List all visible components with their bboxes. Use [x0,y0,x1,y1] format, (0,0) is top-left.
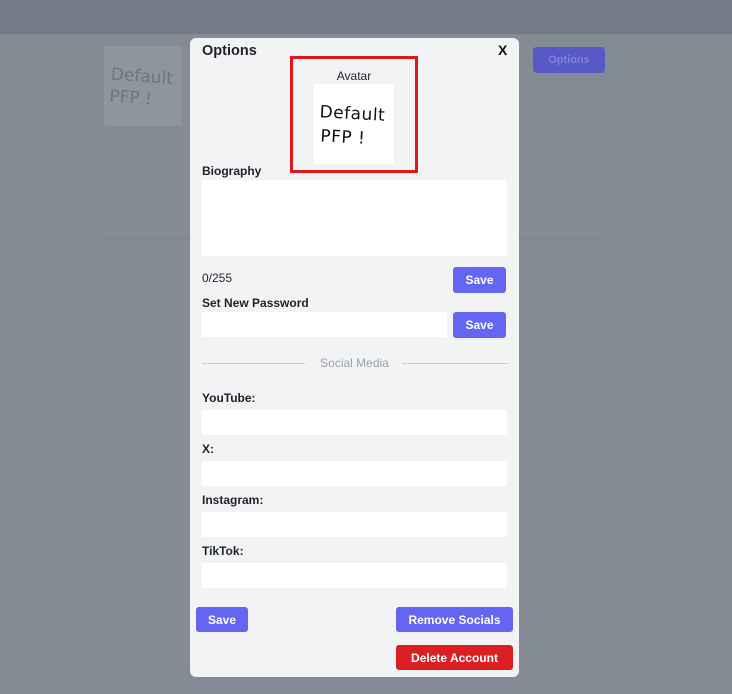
background-avatar: Default PFP ! [104,46,182,126]
background-top-bar [0,0,732,34]
biography-label: Biography [202,164,262,178]
save-socials-button[interactable]: Save [196,607,248,632]
avatar-image-text-line1: Default [319,102,386,126]
biography-char-counter: 0/255 [202,271,233,285]
biography-textarea[interactable] [202,180,507,256]
avatar-image-text: Default PFP ! [318,100,386,151]
save-password-button[interactable]: Save [453,312,506,338]
instagram-label: Instagram: [202,493,264,507]
avatar-image-text-line2: PFP ! [319,126,366,149]
avatar-section: Avatar Default PFP ! [290,56,418,173]
remove-socials-button[interactable]: Remove Socials [396,607,513,632]
password-label: Set New Password [202,296,309,310]
close-button[interactable]: X [498,42,507,58]
x-label: X: [202,442,214,456]
options-modal: Options X Avatar Default PFP ! Biography… [190,38,519,677]
modal-title: Options [202,43,257,59]
delete-account-button[interactable]: Delete Account [396,645,513,670]
youtube-input[interactable] [202,410,507,435]
tiktok-input[interactable] [202,563,507,588]
avatar-image[interactable]: Default PFP ! [314,84,394,164]
youtube-label: YouTube: [202,391,256,405]
save-biography-button[interactable]: Save [453,267,506,293]
password-input[interactable] [202,312,447,337]
instagram-input[interactable] [202,512,507,537]
tiktok-label: TikTok: [202,544,244,558]
social-media-divider: Social Media [202,356,507,370]
divider-line-right [402,363,507,364]
x-input[interactable] [202,461,507,486]
avatar-label: Avatar [336,69,372,83]
background-options-button: Options [533,47,605,73]
background-avatar-text: Default PFP ! [108,64,174,110]
